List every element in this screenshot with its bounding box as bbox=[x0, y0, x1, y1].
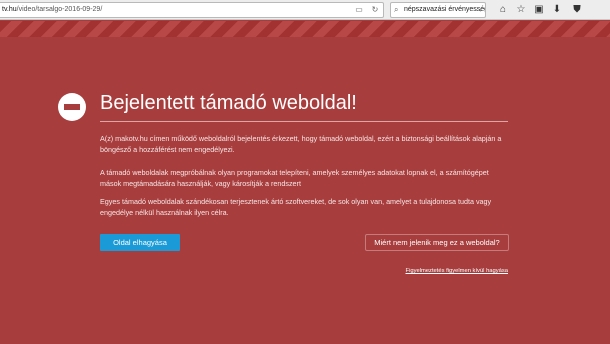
warning-page bbox=[0, 37, 610, 344]
reload-icon[interactable]: ↻ bbox=[368, 3, 382, 17]
search-bar[interactable]: ⌕ népszavazási érvényessége → bbox=[390, 2, 486, 18]
why-blocked-button[interactable]: Miért nem jelenik meg ez a weboldal? bbox=[365, 234, 509, 251]
reader-view-icon[interactable]: ▭ bbox=[352, 3, 366, 17]
go-arrow-icon[interactable]: → bbox=[475, 3, 483, 17]
clipboard-icon[interactable]: ▣ bbox=[532, 3, 546, 17]
url-bar[interactable]: tv.hu/video/tarsalgo-2016-09-29/ ▭ ↻ bbox=[0, 2, 384, 18]
stop-icon bbox=[58, 93, 86, 121]
search-icon: ⌕ bbox=[394, 5, 399, 14]
home-icon[interactable]: ⌂ bbox=[496, 3, 510, 17]
ignore-warning-link[interactable]: Figyelmeztetés figyelmen kívül hagyása bbox=[390, 268, 508, 274]
leave-page-button[interactable]: Oldal elhagyása bbox=[100, 234, 180, 251]
page-title: Bejelentett támadó weboldal! bbox=[100, 92, 357, 114]
download-icon[interactable]: ⬇ bbox=[550, 3, 564, 17]
warning-stripe bbox=[0, 21, 610, 37]
warning-paragraph-2: A támadó weboldalak megpróbálnak olyan p… bbox=[100, 168, 489, 188]
browser-toolbar: tv.hu/video/tarsalgo-2016-09-29/ ▭ ↻ ⌕ n… bbox=[0, 0, 610, 20]
bookmark-star-icon[interactable]: ☆ bbox=[514, 3, 528, 17]
shield-icon[interactable]: ⛊ bbox=[570, 3, 584, 17]
warning-paragraph-1: A(z) makotv.hu címen működő weboldalról … bbox=[100, 134, 502, 154]
url-path: /video/tarsalgo-2016-09-29/ bbox=[16, 6, 103, 13]
divider bbox=[100, 121, 508, 122]
url-host: tv.hu bbox=[2, 6, 17, 13]
warning-paragraph-3: Egyes támadó weboldalak szándékosan terj… bbox=[100, 197, 492, 217]
search-input[interactable]: népszavazási érvényessége bbox=[404, 3, 485, 17]
